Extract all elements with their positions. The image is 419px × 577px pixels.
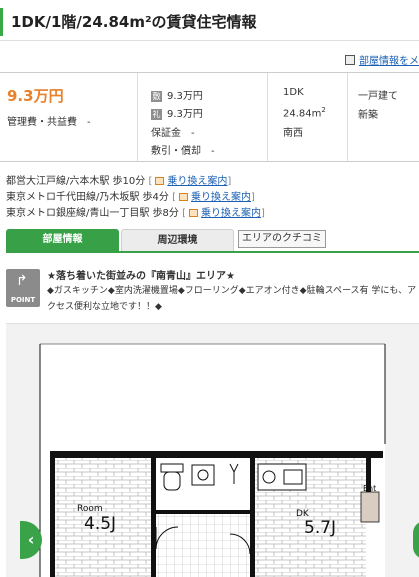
building-column: 一戸建て 新築 <box>348 73 419 161</box>
route-icon <box>155 177 165 185</box>
area-reviews-button[interactable]: エリアのクチコミ <box>238 230 326 248</box>
key-money-value: 9.3万円 <box>167 109 203 120</box>
dk-size: 5.7J <box>304 518 337 538</box>
title-divider <box>0 40 419 41</box>
layout-type: 1DK <box>283 87 304 98</box>
direction: 南西 <box>283 128 303 139</box>
transfer-link[interactable]: 乗り換え案内 <box>167 176 227 187</box>
tab-surroundings[interactable]: 周辺環境 <box>121 229 234 251</box>
tab-room-info[interactable]: 部屋情報 <box>6 229 119 251</box>
rent-price: 9.3万円 <box>7 87 64 105</box>
point-description: ◆ガスキッチン◆室内洗濯機置場◆フローリング◆エアオン付き◆駐輪スペース有 学に… <box>47 286 417 312</box>
shikibiki: 敷引・償却 - <box>151 146 215 157</box>
route-icon <box>179 193 189 201</box>
deposit-column: 敷 9.3万円 礼 9.3万円 保証金 - 敷引・償却 - <box>138 73 268 161</box>
key-money-row: 礼 9.3万円 <box>151 105 203 120</box>
spec-column: 1DK 24.84m2 南西 <box>268 73 348 161</box>
floorplan-image <box>39 343 386 577</box>
floor-area-unit: 2 <box>321 106 326 114</box>
floor-area-value: 24.84m <box>283 108 322 120</box>
station-item: 東京メトロ千代田線/乃木坂駅 歩4分 [乗り換え案内] <box>6 192 255 203</box>
entrance-label: Ent <box>363 484 377 493</box>
guarantee: 保証金 - <box>151 128 195 139</box>
deposit-badge: 敷 <box>151 91 162 102</box>
point-label: POINT <box>10 296 36 304</box>
route-icon <box>189 209 199 217</box>
station-item: 東京メトロ銀座線/青山一丁目駅 歩8分 [乗り換え案内] <box>6 208 265 219</box>
management-fee: 管理費・共益費 - <box>7 117 91 128</box>
floor-area: 24.84m2 <box>283 106 326 119</box>
transfer-link[interactable]: 乗り換え案内 <box>201 208 261 219</box>
building-age: 新築 <box>358 110 378 121</box>
point-badge: ↱ POINT <box>6 269 40 307</box>
key-money-badge: 礼 <box>151 109 162 120</box>
station-text: 東京メトロ銀座線/青山一丁目駅 歩8分 <box>6 208 179 219</box>
room-info-link-text[interactable]: 部屋情報をメ <box>359 56 419 67</box>
room-size: 4.5J <box>84 514 117 534</box>
catchphrase: ★落ち着いた街並みの『南青山』エリア★ <box>47 271 235 282</box>
property-summary: 9.3万円 管理費・共益費 - 敷 9.3万円 礼 9.3万円 保証金 - 敷引・償… <box>0 72 419 162</box>
chevron-right-icon[interactable] <box>413 521 419 559</box>
deposit-value: 9.3万円 <box>167 91 203 102</box>
arrow-up-icon: ↱ <box>16 273 28 289</box>
station-list: 都営大江戸線/六本木駅 歩10分 [乗り換え案内] 東京メトロ千代田線/乃木坂駅… <box>6 174 265 222</box>
transfer-link[interactable]: 乗り換え案内 <box>191 192 251 203</box>
station-text: 都営大江戸線/六本木駅 歩10分 <box>6 176 146 187</box>
room-info-link[interactable]: 部屋情報をメ <box>345 52 419 67</box>
tabs-underline <box>6 251 419 253</box>
station-item: 都営大江戸線/六本木駅 歩10分 [乗り換え案内] <box>6 176 232 187</box>
document-icon <box>345 55 355 65</box>
page-title: 1DK/1階/24.84m²の賃貸住宅情報 <box>11 13 257 31</box>
station-text: 東京メトロ千代田線/乃木坂駅 歩4分 <box>6 192 169 203</box>
page-title-bar: 1DK/1階/24.84m²の賃貸住宅情報 <box>0 8 419 36</box>
floorplan-viewer: Room 4.5J DK 5.7J Ent <box>6 323 419 577</box>
room-label: Room <box>77 504 103 514</box>
rent-column: 9.3万円 管理費・共益費 - <box>0 73 138 161</box>
building-type: 一戸建て <box>358 91 398 102</box>
detail-tabs: 部屋情報 周辺環境 エリアのクチコミ <box>6 229 419 251</box>
deposit-row: 敷 9.3万円 <box>151 87 203 102</box>
